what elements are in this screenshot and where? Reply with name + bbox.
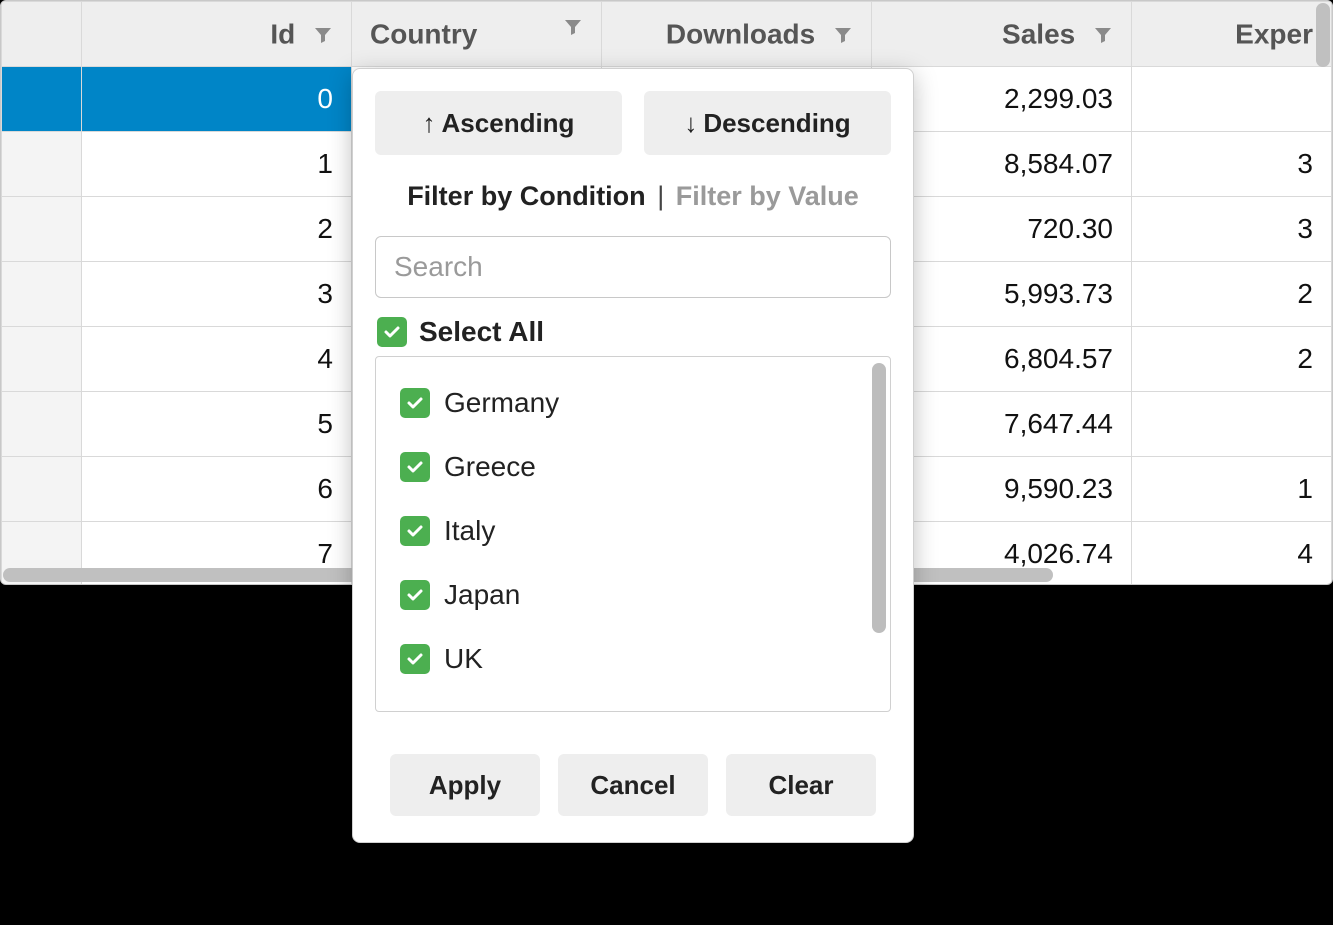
cell-expenses[interactable]: 2 <box>1132 262 1332 327</box>
cell-expenses[interactable]: 1 <box>1132 457 1332 522</box>
cell-expenses[interactable]: 4 <box>1132 522 1332 586</box>
apply-button[interactable]: Apply <box>390 754 540 816</box>
cell-id[interactable]: 3 <box>82 262 352 327</box>
select-all-row[interactable]: Select All <box>375 316 891 348</box>
filter-mode-switch: Filter by Condition | Filter by Value <box>375 181 891 212</box>
clear-button[interactable]: Clear <box>726 754 876 816</box>
filter-by-condition-tab[interactable]: Filter by Condition <box>407 181 645 211</box>
value-list-scrollbar[interactable] <box>872 363 886 633</box>
row-header[interactable] <box>2 327 82 392</box>
row-header[interactable] <box>2 132 82 197</box>
checkbox-checked-icon[interactable] <box>400 644 430 674</box>
sort-ascending-button[interactable]: ↑ Ascending <box>375 91 622 155</box>
sort-desc-label: Descending <box>703 108 850 139</box>
arrow-down-icon: ↓ <box>684 108 697 139</box>
filter-value-label: Japan <box>444 579 520 611</box>
filter-icon[interactable] <box>563 17 583 37</box>
column-header-downloads[interactable]: Downloads <box>602 2 872 67</box>
row-header[interactable] <box>2 392 82 457</box>
column-label: Downloads <box>666 19 815 50</box>
mode-separator: | <box>653 181 668 211</box>
arrow-up-icon: ↑ <box>423 108 436 139</box>
cell-id[interactable]: 6 <box>82 457 352 522</box>
vertical-scrollbar[interactable] <box>1316 3 1330 67</box>
row-header[interactable] <box>2 67 82 132</box>
column-header-sales[interactable]: Sales <box>872 2 1132 67</box>
cell-expenses[interactable] <box>1132 392 1332 457</box>
row-header[interactable] <box>2 262 82 327</box>
column-filter-popup: ↑ Ascending ↓ Descending Filter by Condi… <box>352 68 914 843</box>
cell-expenses[interactable]: 3 <box>1132 132 1332 197</box>
cell-id[interactable]: 5 <box>82 392 352 457</box>
cell-id[interactable]: 0 <box>82 67 352 132</box>
column-label: Id <box>270 19 295 50</box>
row-header[interactable] <box>2 457 82 522</box>
cell-expenses[interactable]: 3 <box>1132 197 1332 262</box>
cell-id[interactable]: 1 <box>82 132 352 197</box>
cell-expenses[interactable] <box>1132 67 1332 132</box>
row-header[interactable] <box>2 197 82 262</box>
column-header-country[interactable]: Country <box>352 2 602 67</box>
filter-value-list: Germany Greece Italy Japan UK <box>375 356 891 712</box>
filter-value-item[interactable]: Japan <box>390 563 876 627</box>
filter-value-item[interactable]: Greece <box>390 435 876 499</box>
filter-search-input[interactable] <box>375 236 891 298</box>
filter-value-item[interactable]: UK <box>390 627 876 691</box>
popup-action-row: Apply Cancel Clear <box>375 754 891 816</box>
filter-icon[interactable] <box>313 25 333 45</box>
filter-value-label: Greece <box>444 451 536 483</box>
filter-value-item[interactable]: Italy <box>390 499 876 563</box>
filter-value-label: Italy <box>444 515 495 547</box>
filter-icon[interactable] <box>833 25 853 45</box>
select-all-label: Select All <box>419 316 544 348</box>
column-label: Exper <box>1235 19 1313 50</box>
column-header-expenses[interactable]: Exper <box>1132 2 1332 67</box>
sort-asc-label: Ascending <box>442 108 575 139</box>
checkbox-checked-icon[interactable] <box>400 388 430 418</box>
filter-value-label: UK <box>444 643 483 675</box>
checkbox-checked-icon[interactable] <box>400 516 430 546</box>
cell-id[interactable]: 4 <box>82 327 352 392</box>
cell-expenses[interactable]: 2 <box>1132 327 1332 392</box>
filter-icon[interactable] <box>1093 25 1113 45</box>
sort-descending-button[interactable]: ↓ Descending <box>644 91 891 155</box>
cancel-button[interactable]: Cancel <box>558 754 708 816</box>
checkbox-checked-icon[interactable] <box>400 452 430 482</box>
sort-row: ↑ Ascending ↓ Descending <box>375 91 891 155</box>
checkbox-checked-icon[interactable] <box>400 580 430 610</box>
column-header-id[interactable]: Id <box>82 2 352 67</box>
checkbox-checked-icon[interactable] <box>377 317 407 347</box>
filter-value-label: Germany <box>444 387 559 419</box>
column-label: Country <box>370 19 477 50</box>
cell-id[interactable]: 2 <box>82 197 352 262</box>
column-label: Sales <box>1002 19 1075 50</box>
row-header-corner <box>2 2 82 67</box>
filter-value-item[interactable]: Germany <box>390 371 876 435</box>
filter-by-value-tab[interactable]: Filter by Value <box>676 181 859 211</box>
